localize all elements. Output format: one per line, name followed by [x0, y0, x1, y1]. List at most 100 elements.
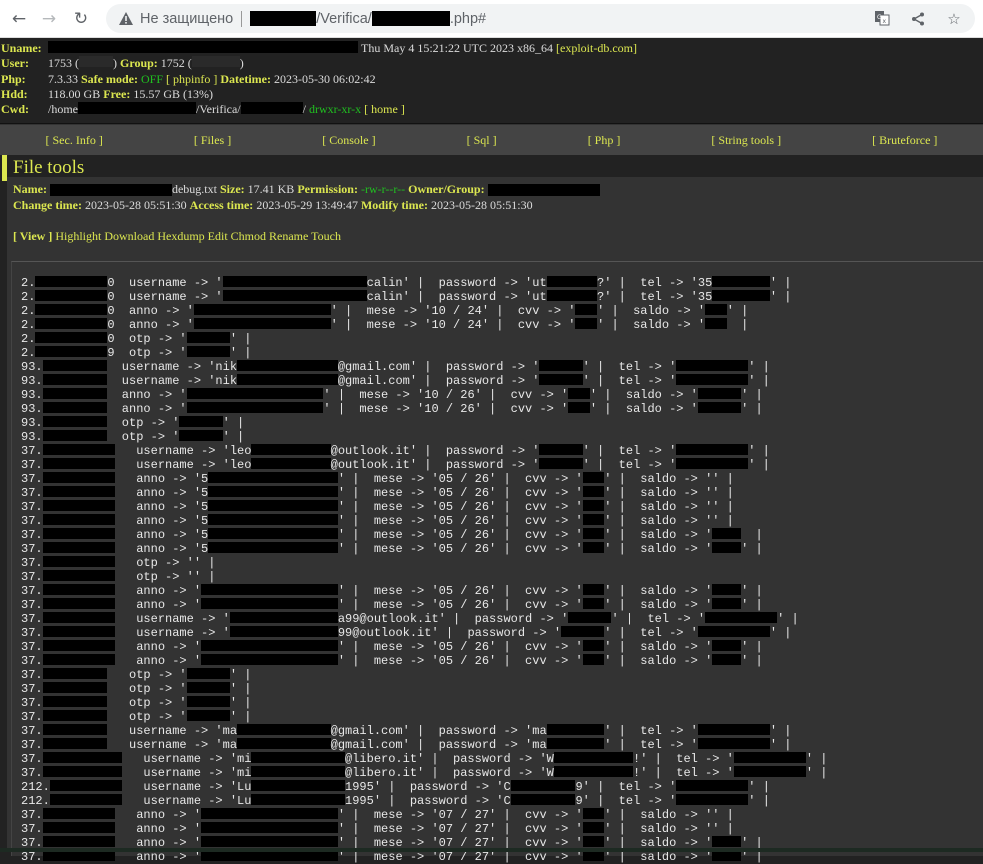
redacted-value — [712, 654, 741, 665]
redacted-value — [554, 752, 633, 763]
redacted-value — [237, 360, 338, 371]
phpinfo-link[interactable]: [ phpinfo ] — [166, 72, 217, 87]
file-meta-row-2: Change time: 2023-05-28 05:51:30 Access … — [13, 198, 983, 214]
touch-action[interactable]: Touch — [311, 229, 341, 243]
redacted-value — [187, 682, 230, 693]
address-bar[interactable]: Не защищено /Verifica/ .php# Gx ☆ — [106, 4, 975, 33]
redacted-value — [511, 794, 576, 805]
highlight-action[interactable]: Highlight — [55, 229, 101, 243]
view-action[interactable]: [ View ] — [13, 229, 52, 243]
file-line: 93. otp -> '' | — [21, 416, 244, 430]
redacted-value — [676, 458, 748, 469]
redacted-value — [208, 500, 338, 511]
redacted-value — [539, 444, 582, 455]
php-row: Php: 7.3.33 Safe mode: OFF [ phpinfo ] D… — [1, 72, 983, 87]
edit-action[interactable]: Edit — [208, 229, 228, 243]
menu-string-tools[interactable]: [ String tools ] — [711, 133, 781, 148]
redacted-value — [251, 766, 345, 777]
redacted-value — [201, 822, 338, 833]
redacted-value — [698, 724, 770, 735]
php-label: Php: — [1, 72, 48, 87]
file-content-viewer[interactable]: 2.0 username -> 'calin' | password -> 'u… — [11, 261, 983, 856]
file-line: 212. username -> 'Lu1995' | password -> … — [21, 780, 770, 794]
redacted-value — [187, 388, 324, 399]
file-line: 37. anno -> '' | mese -> '07 / 27' | cvv… — [21, 850, 763, 864]
file-line: 37. username -> 'a99@outlook.it' | passw… — [21, 612, 799, 626]
redacted-value — [43, 528, 115, 539]
redacted-value — [43, 416, 108, 427]
menu-sql[interactable]: [ Sql ] — [467, 133, 497, 148]
redacted-value — [43, 570, 115, 581]
section-title: File tools — [13, 157, 84, 179]
file-line: 37. otp -> '' | — [21, 682, 251, 696]
redacted-value — [43, 430, 108, 441]
size-label: Size: — [220, 182, 245, 196]
forward-arrow-icon[interactable]: → — [38, 8, 60, 30]
rename-action[interactable]: Rename — [269, 229, 308, 243]
bookmark-star-icon[interactable]: ☆ — [945, 10, 963, 28]
redacted-value — [583, 528, 605, 539]
url-path: /Verifica/ — [316, 11, 372, 27]
warning-icon[interactable] — [118, 11, 134, 27]
file-line: 37. otp -> '' | — [21, 668, 251, 682]
chmod-action[interactable]: Chmod — [231, 229, 266, 243]
reload-icon[interactable]: ↻ — [70, 8, 92, 30]
redacted-value — [43, 500, 115, 511]
redacted-value — [583, 542, 605, 553]
file-line: 37. anno -> '' | mese -> '05 / 26' | cvv… — [21, 654, 763, 668]
redacted-value — [35, 276, 107, 287]
redacted-value — [251, 780, 345, 791]
server-info: Uname: Thu May 4 15:21:22 UTC 2023 x86_6… — [0, 38, 983, 124]
user-id: 1753 ( — [48, 56, 79, 71]
share-icon[interactable] — [909, 10, 927, 28]
redacted-value — [251, 794, 345, 805]
download-action[interactable]: Download — [104, 229, 154, 243]
taskbar-strip — [0, 848, 983, 852]
redacted-value — [43, 472, 115, 483]
redacted-value — [734, 752, 806, 763]
redacted-value — [583, 598, 605, 609]
file-line: 2.9 otp -> '' | — [21, 346, 251, 360]
translate-icon[interactable]: Gx — [873, 10, 891, 28]
redacted-dir — [241, 102, 303, 114]
menu-php[interactable]: [ Php ] — [588, 133, 621, 148]
file-line: 2.0 username -> 'calin' | password -> 'u… — [21, 290, 791, 304]
back-arrow-icon[interactable]: ← — [8, 8, 30, 30]
redacted-value — [705, 304, 727, 315]
redacted-uname — [48, 41, 358, 53]
redacted-value — [208, 486, 338, 497]
file-meta-row-1: Name: debug.txt Size: 17.41 KB Permissio… — [13, 182, 983, 198]
access-time-value: 2023-05-29 13:49:47 — [256, 198, 358, 212]
exploit-db-link[interactable]: [exploit-db.com] — [556, 41, 637, 56]
redacted-value — [237, 724, 331, 735]
redacted-value — [583, 514, 605, 525]
file-line: 37. anno -> '5' | mese -> '05 / 26' | cv… — [21, 472, 734, 486]
permission-value: -rw-r--r-- — [361, 182, 405, 196]
file-line: 37. username -> 'mi@libero.it' | passwor… — [21, 752, 827, 766]
hexdump-action[interactable]: Hexdump — [157, 229, 204, 243]
group-label: Group: — [120, 56, 158, 71]
redacted-value — [698, 388, 741, 399]
cwd-home[interactable]: /home — [48, 102, 78, 117]
cwd-verifica[interactable]: /Verifica/ — [196, 102, 241, 117]
cwd-row: Cwd: /home/Verifica// drwxr-xr-x [ home … — [1, 102, 983, 117]
menu-bruteforce[interactable]: [ Bruteforce ] — [872, 133, 937, 148]
home-link[interactable]: [ home ] — [364, 102, 405, 117]
file-line: 37. otp -> '' | — [21, 556, 215, 570]
redacted-value — [187, 402, 324, 413]
free-label: Free: — [103, 87, 130, 102]
redacted-value — [208, 528, 338, 539]
menu-files[interactable]: [ Files ] — [194, 133, 231, 148]
menu-sec-info[interactable]: [ Sec. Info ] — [46, 133, 103, 148]
menu-console[interactable]: [ Console ] — [322, 133, 375, 148]
url-text[interactable]: /Verifica/ .php# — [250, 11, 486, 27]
redacted-value — [43, 486, 115, 497]
file-line: 93. anno -> '' | mese -> '10 / 26' | cvv… — [21, 388, 763, 402]
file-line: 37. anno -> '' | mese -> '05 / 26' | cvv… — [21, 598, 763, 612]
file-line: 37. anno -> '5' | mese -> '05 / 26' | cv… — [21, 486, 734, 500]
redacted-value — [539, 458, 582, 469]
svg-text:x: x — [882, 18, 886, 25]
file-line: 2.0 anno -> '' | mese -> '10 / 24' | cvv… — [21, 304, 748, 318]
file-line: 37. anno -> '5' | mese -> '05 / 26' | cv… — [21, 528, 763, 542]
redacted-value — [511, 780, 576, 791]
